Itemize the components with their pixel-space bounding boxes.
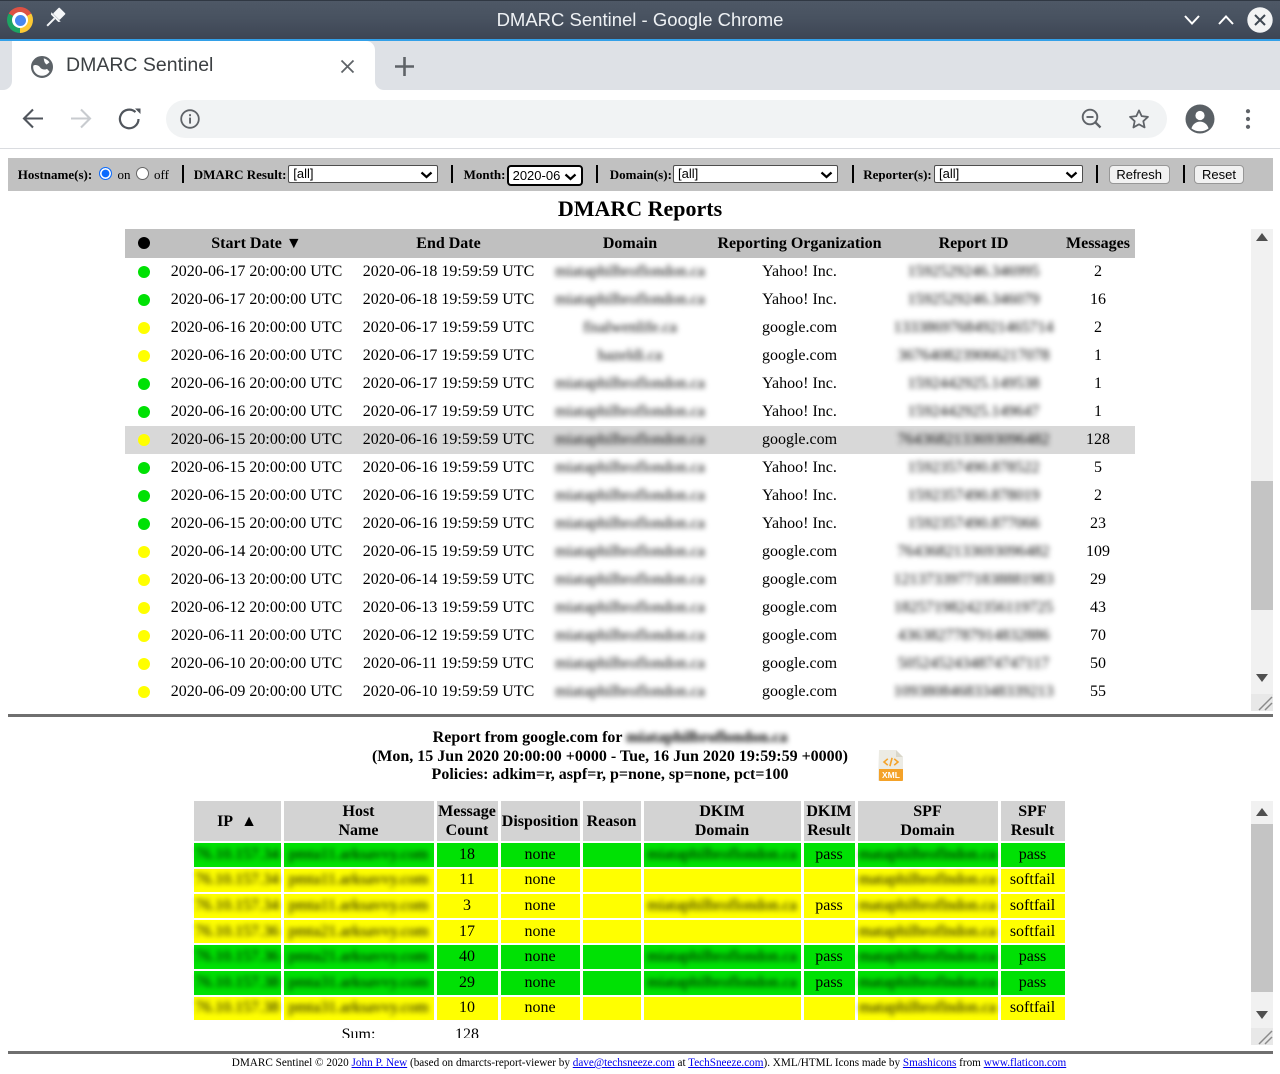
svg-text:XML: XML bbox=[882, 770, 900, 780]
